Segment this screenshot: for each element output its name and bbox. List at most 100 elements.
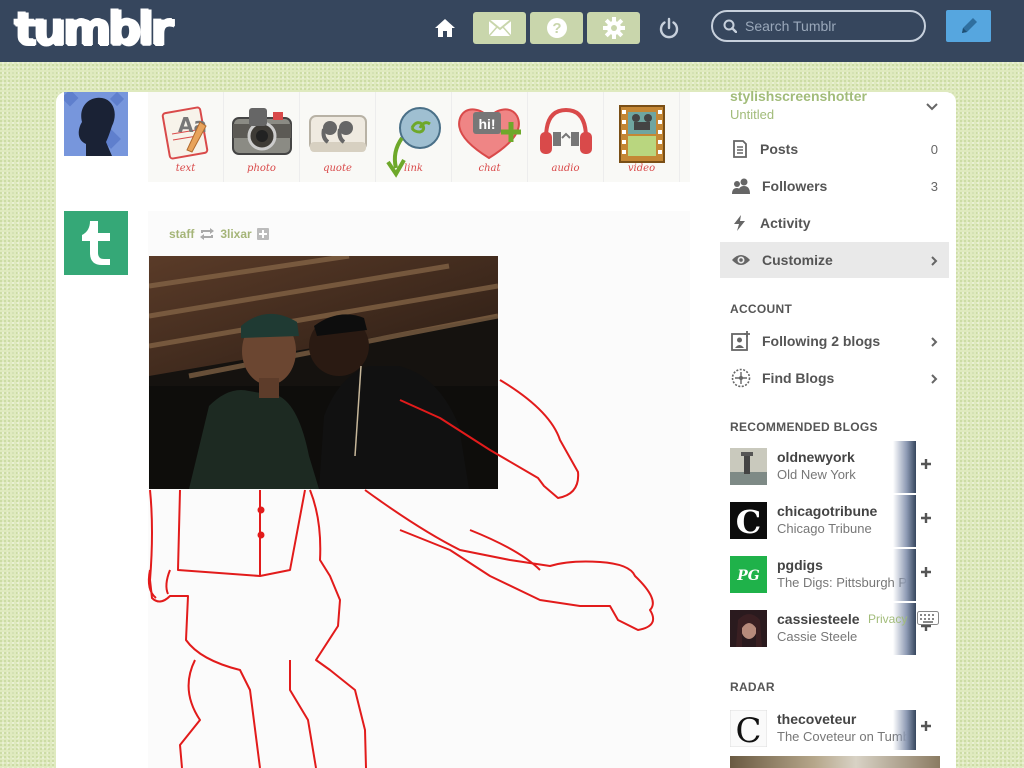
reblogged-from-link[interactable]: 3lixar xyxy=(220,227,251,241)
follow-fade xyxy=(893,603,916,655)
svg-text:C: C xyxy=(736,503,761,539)
post-header: staff 3lixar xyxy=(169,227,269,241)
follow-plus-icon[interactable] xyxy=(920,720,932,732)
chicagotribune-avatar: C xyxy=(730,502,767,539)
text-post-label: text xyxy=(175,163,196,174)
sidebar-item-posts[interactable]: Posts 0 xyxy=(720,131,949,167)
cassiesteele-avatar xyxy=(730,610,767,647)
quote-icon xyxy=(308,115,367,152)
customize-label: Customize xyxy=(762,252,833,268)
svg-text:C: C xyxy=(735,711,761,747)
sidebar-item-followers[interactable]: Followers 3 xyxy=(720,168,949,204)
audio-post-button[interactable]: audio xyxy=(528,92,604,182)
mail-icon xyxy=(487,19,512,37)
post-author-link[interactable]: staff xyxy=(169,227,194,241)
default-avatar-silhouette-icon xyxy=(64,92,128,156)
compose-post-button[interactable] xyxy=(946,10,991,42)
svg-text:hi!: hi! xyxy=(478,116,495,132)
blog-name[interactable]: stylishscreenshotter xyxy=(730,88,867,104)
recommended-blog[interactable]: PG pgdigs The Digs: Pittsburgh P xyxy=(730,549,940,601)
headphones-icon xyxy=(539,107,592,154)
link-post-label: link xyxy=(404,163,423,174)
follow-fade xyxy=(893,441,916,493)
recommended-heading: RECOMMENDED BLOGS xyxy=(730,420,878,434)
user-avatar[interactable] xyxy=(64,92,128,156)
chat-post-label: chat xyxy=(478,163,501,174)
chevron-down-icon[interactable] xyxy=(925,100,939,114)
keyboard-icon[interactable] xyxy=(917,611,939,625)
radar-post-preview[interactable] xyxy=(730,756,940,768)
text-post-button[interactable]: Aa text xyxy=(148,92,224,182)
follow-fade xyxy=(893,549,916,601)
svg-text:?: ? xyxy=(552,20,561,37)
messages-button[interactable] xyxy=(473,12,526,44)
followers-label: Followers xyxy=(762,178,828,194)
video-post-label: video xyxy=(627,163,656,174)
pgdigs-avatar: PG xyxy=(730,556,767,593)
posts-label: Posts xyxy=(760,141,799,157)
follow-fade xyxy=(893,495,916,547)
help-icon: ? xyxy=(546,18,567,38)
document-icon xyxy=(733,140,747,158)
recommended-blog[interactable]: oldnewyork Old New York xyxy=(730,441,940,493)
sidebar-item-find-blogs[interactable]: Find Blogs xyxy=(720,360,949,396)
search-icon xyxy=(723,19,737,33)
radar-blog[interactable]: C thecoveteur The Coveteur on Tumbl xyxy=(730,708,940,750)
eye-icon xyxy=(732,255,750,265)
chevron-right-icon xyxy=(931,337,938,347)
link-post-button[interactable]: link xyxy=(376,92,452,182)
photo-post-label: photo xyxy=(247,163,276,174)
reblog-icon xyxy=(200,228,215,240)
quote-post-button[interactable]: quote xyxy=(300,92,376,182)
photo-post-button[interactable]: photo xyxy=(224,92,300,182)
home-button[interactable] xyxy=(430,12,460,44)
follow-plus-icon[interactable] xyxy=(920,512,932,524)
chat-post-button[interactable]: hi! chat xyxy=(452,92,528,182)
find-blogs-label: Find Blogs xyxy=(762,370,835,386)
audio-post-label: audio xyxy=(551,163,580,174)
search-box[interactable] xyxy=(711,10,926,42)
recommended-blog[interactable]: C chicagotribune Chicago Tribune xyxy=(730,495,940,547)
post-type-bar: Aa text photo quote link hi! chat audio … xyxy=(148,92,690,182)
tumblr-t-logo-icon xyxy=(82,221,110,265)
pencil-icon xyxy=(961,18,977,33)
posts-count: 0 xyxy=(930,141,938,157)
chat-icon: hi! xyxy=(457,108,521,160)
svg-text:PG: PG xyxy=(736,568,760,584)
recommended-blog-name: cassiesteele xyxy=(777,611,860,627)
logout-button[interactable] xyxy=(654,12,684,44)
sidebar-item-following[interactable]: Following 2 blogs xyxy=(720,323,949,359)
follow-plus-icon[interactable] xyxy=(920,458,932,470)
staff-avatar[interactable] xyxy=(64,211,128,275)
add-person-icon xyxy=(731,331,750,351)
followers-count: 3 xyxy=(930,178,938,194)
tumblr-logo[interactable]: tumblr xyxy=(14,4,173,54)
compass-icon xyxy=(731,368,751,388)
quote-post-label: quote xyxy=(323,163,352,174)
chevron-right-icon xyxy=(931,374,938,384)
recommended-blog-name: pgdigs xyxy=(777,557,823,573)
follow-plus-icon[interactable] xyxy=(256,228,269,240)
oldnewyork-avatar xyxy=(730,448,767,485)
recommended-blog-name: chicagotribune xyxy=(777,503,878,519)
privacy-link[interactable]: Privacy xyxy=(868,612,907,626)
top-navigation-bar: tumblr ? xyxy=(0,0,1024,62)
chevron-right-icon xyxy=(931,256,938,266)
people-icon xyxy=(732,178,750,194)
search-input[interactable] xyxy=(745,18,915,34)
power-icon xyxy=(659,17,679,39)
camera-icon xyxy=(231,108,292,155)
thecoveteur-avatar: C xyxy=(730,710,767,747)
settings-button[interactable] xyxy=(587,12,640,44)
recommended-blog[interactable]: cassiesteele Cassie Steele xyxy=(730,603,940,655)
radar-heading: RADAR xyxy=(730,680,775,694)
film-icon xyxy=(618,105,665,163)
gear-icon xyxy=(602,17,625,39)
radar-blog-name: thecoveteur xyxy=(777,711,857,727)
help-button[interactable]: ? xyxy=(530,12,583,44)
sidebar-item-customize[interactable]: Customize xyxy=(720,242,949,278)
video-post-button[interactable]: video xyxy=(604,92,680,182)
blog-title: Untitled xyxy=(730,107,775,122)
follow-plus-icon[interactable] xyxy=(920,566,932,578)
sidebar-item-activity[interactable]: Activity xyxy=(720,205,949,241)
